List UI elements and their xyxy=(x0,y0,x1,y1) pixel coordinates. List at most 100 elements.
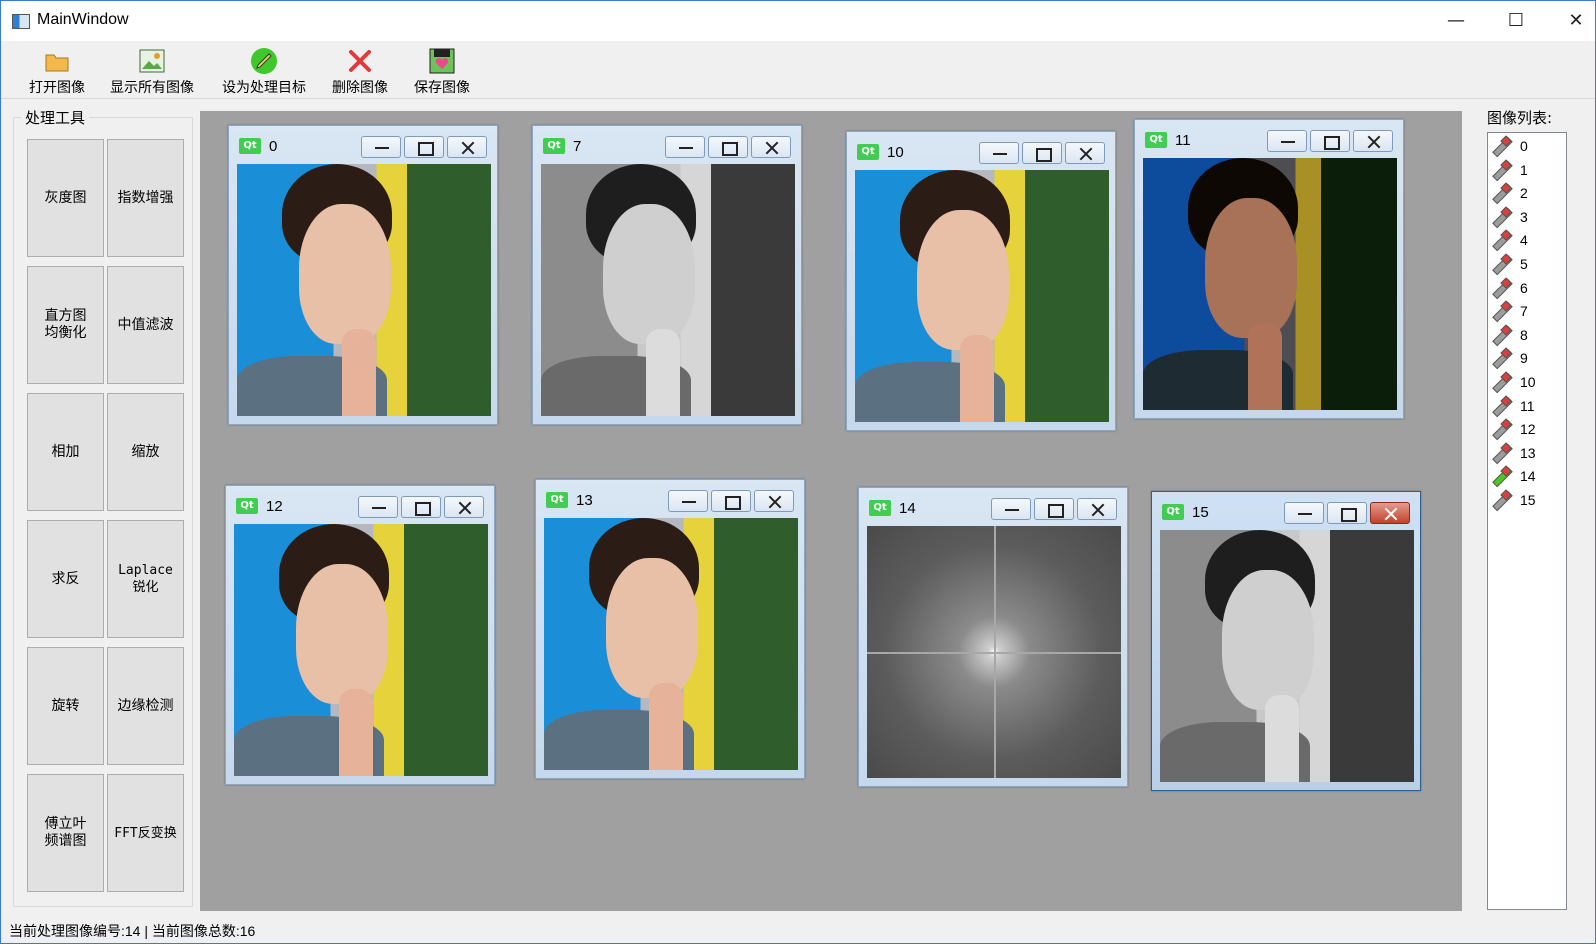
image-list-item[interactable]: 0 xyxy=(1492,135,1528,157)
subwindow-7[interactable]: Qt 7 xyxy=(532,125,802,425)
tool-inverse-fft-button[interactable]: FFT反变换 xyxy=(107,774,184,892)
close-button[interactable]: ✕ xyxy=(1547,1,1596,41)
image-list-item[interactable]: 2 xyxy=(1492,182,1528,204)
set-target-button[interactable]: 设为处理目标 xyxy=(219,45,309,97)
fft-spectrum-image xyxy=(867,526,1121,778)
minimize-button[interactable]: — xyxy=(1427,1,1485,41)
image-list-title: 图像列表: xyxy=(1487,109,1553,127)
image-list-item-label: 14 xyxy=(1520,468,1536,485)
image-list-item[interactable]: 4 xyxy=(1492,229,1528,251)
subwindow-close-button[interactable] xyxy=(1370,502,1410,524)
portrait-image xyxy=(234,524,488,776)
open-image-button[interactable]: 打开图像 xyxy=(25,45,89,97)
image-list-item[interactable]: 8 xyxy=(1492,324,1528,346)
subwindow-restore-button[interactable] xyxy=(401,496,441,518)
subwindow-10[interactable]: Qt 10 xyxy=(846,131,1116,431)
subwindow-close-button[interactable] xyxy=(1065,142,1105,164)
tool-invert-button[interactable]: 求反 xyxy=(27,520,104,638)
subwindow-title: 0 xyxy=(269,138,278,155)
pencil-icon xyxy=(1492,137,1510,155)
delete-image-button[interactable]: 删除图像 xyxy=(329,45,391,97)
subwindow-minimize-button[interactable] xyxy=(358,496,398,518)
subwindow-image-area xyxy=(855,170,1109,422)
image-list-item[interactable]: 9 xyxy=(1492,347,1528,369)
image-list-item[interactable]: 14 xyxy=(1492,465,1536,487)
image-list-item[interactable]: 13 xyxy=(1492,442,1536,464)
subwindow-minimize-button[interactable] xyxy=(361,136,401,158)
subwindow-restore-button[interactable] xyxy=(1034,498,1074,520)
subwindow-image-area xyxy=(541,164,795,416)
image-list-item[interactable]: 12 xyxy=(1492,418,1536,440)
subwindow-minimize-button[interactable] xyxy=(1284,502,1324,524)
subwindow-13[interactable]: Qt 13 xyxy=(535,479,805,779)
pencil-icon xyxy=(1492,326,1510,344)
tool-hist-equalize-button[interactable]: 直方图 均衡化 xyxy=(27,266,104,384)
subwindow-close-button[interactable] xyxy=(447,136,487,158)
pencil-icon xyxy=(1492,467,1510,485)
picture-icon xyxy=(139,49,165,73)
subwindow-12[interactable]: Qt 12 xyxy=(225,485,495,785)
subwindow-0[interactable]: Qt 0 xyxy=(228,125,498,425)
portrait-image xyxy=(855,170,1109,422)
portrait-image xyxy=(1160,530,1414,782)
subwindow-title: 13 xyxy=(576,492,593,509)
subwindow-minimize-button[interactable] xyxy=(668,490,708,512)
tool-rotate-button[interactable]: 旋转 xyxy=(27,647,104,765)
portrait-image xyxy=(237,164,491,416)
subwindow-restore-button[interactable] xyxy=(1310,130,1350,152)
subwindow-restore-button[interactable] xyxy=(1327,502,1367,524)
tool-fourier-spectrum-button[interactable]: 傅立叶 频谱图 xyxy=(27,774,104,892)
subwindow-14[interactable]: Qt 14 xyxy=(858,487,1128,787)
subwindow-close-button[interactable] xyxy=(1353,130,1393,152)
image-list-item[interactable]: 10 xyxy=(1492,371,1536,393)
subwindow-15[interactable]: Qt 15 xyxy=(1151,491,1421,791)
save-image-button[interactable]: 保存图像 xyxy=(411,45,473,97)
subwindow-image-area xyxy=(234,524,488,776)
subwindow-minimize-button[interactable] xyxy=(991,498,1031,520)
pencil-icon xyxy=(1492,420,1510,438)
window-title: MainWindow xyxy=(37,11,129,28)
subwindow-image-area xyxy=(544,518,798,770)
subwindow-minimize-button[interactable] xyxy=(665,136,705,158)
image-list-item[interactable]: 15 xyxy=(1492,489,1536,511)
subwindow-minimize-button[interactable] xyxy=(1267,130,1307,152)
image-list-item[interactable]: 1 xyxy=(1492,159,1528,181)
subwindow-close-button[interactable] xyxy=(751,136,791,158)
tool-exp-enhance-button[interactable]: 指数增强 xyxy=(107,139,184,257)
tool-add-button[interactable]: 相加 xyxy=(27,393,104,511)
pencil-icon xyxy=(1492,231,1510,249)
subwindow-11[interactable]: Qt 11 xyxy=(1134,119,1404,419)
pencil-circle-icon xyxy=(251,48,277,74)
pencil-icon xyxy=(1492,491,1510,509)
title-bar: MainWindow — ☐ ✕ xyxy=(1,1,1595,41)
subwindow-title: 14 xyxy=(899,500,916,517)
image-list-item[interactable]: 11 xyxy=(1492,395,1535,417)
show-all-images-button[interactable]: 显示所有图像 xyxy=(107,45,197,97)
subwindow-close-button[interactable] xyxy=(1077,498,1117,520)
image-list-item[interactable]: 7 xyxy=(1492,300,1528,322)
subwindow-restore-button[interactable] xyxy=(708,136,748,158)
subwindow-restore-button[interactable] xyxy=(1022,142,1062,164)
image-list-item-label: 15 xyxy=(1520,492,1536,508)
image-list-item[interactable]: 5 xyxy=(1492,253,1528,275)
subwindow-restore-button[interactable] xyxy=(404,136,444,158)
subwindow-title: 11 xyxy=(1175,132,1191,149)
image-list-item[interactable]: 6 xyxy=(1492,277,1528,299)
tool-laplace-sharpen-button[interactable]: Laplace 锐化 xyxy=(107,520,184,638)
qt-logo-icon: Qt xyxy=(239,138,261,154)
maximize-button[interactable]: ☐ xyxy=(1487,1,1545,41)
image-list-item[interactable]: 3 xyxy=(1492,206,1528,228)
pencil-icon xyxy=(1492,184,1510,202)
subwindow-restore-button[interactable] xyxy=(711,490,751,512)
image-list[interactable]: 0 1 2 3 4 5 6 7 8 9 10 11 12 13 14 15 xyxy=(1487,132,1567,910)
tool-edge-detect-button[interactable]: 边缘检测 xyxy=(107,647,184,765)
qt-logo-icon: Qt xyxy=(857,144,879,160)
save-image-label: 保存图像 xyxy=(414,80,470,96)
tool-median-filter-button[interactable]: 中值滤波 xyxy=(107,266,184,384)
qt-logo-icon: Qt xyxy=(543,138,565,154)
subwindow-close-button[interactable] xyxy=(754,490,794,512)
subwindow-close-button[interactable] xyxy=(444,496,484,518)
tool-grayscale-button[interactable]: 灰度图 xyxy=(27,139,104,257)
tool-scale-button[interactable]: 缩放 xyxy=(107,393,184,511)
subwindow-minimize-button[interactable] xyxy=(979,142,1019,164)
